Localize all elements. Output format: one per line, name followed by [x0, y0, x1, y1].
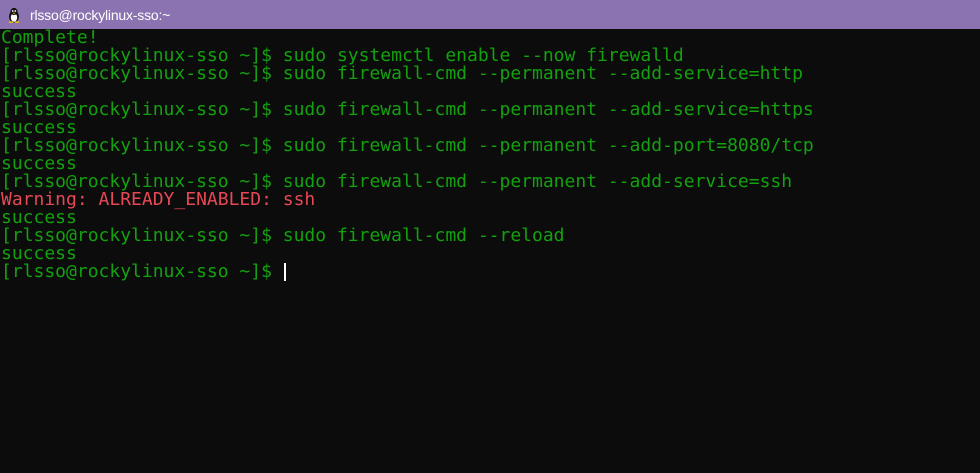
window-title: rlsso@rockylinux-sso:~ [30, 6, 171, 23]
command-line: [rlsso@rockylinux-sso ~]$ sudo firewall-… [1, 225, 565, 246]
shell-prompt: [rlsso@rockylinux-sso ~]$ [1, 261, 283, 282]
terminal-window: rlsso@rockylinux-sso:~ Complete! [rlsso@r… [0, 0, 980, 473]
terminal-output[interactable]: Complete! [rlsso@rockylinux-sso ~]$ sudo … [0, 29, 980, 473]
command-line: [rlsso@rockylinux-sso ~]$ sudo firewall-… [1, 99, 814, 120]
command-line: [rlsso@rockylinux-sso ~]$ sudo firewall-… [1, 63, 803, 84]
tux-penguin-icon [6, 6, 22, 24]
command-line: [rlsso@rockylinux-sso ~]$ sudo firewall-… [1, 135, 814, 156]
title-bar[interactable]: rlsso@rockylinux-sso:~ [0, 0, 980, 29]
active-prompt-line[interactable]: [rlsso@rockylinux-sso ~]$ [1, 263, 980, 281]
text-cursor [283, 263, 286, 281]
warning-line: Warning: ALREADY_ENABLED: ssh [1, 189, 316, 210]
